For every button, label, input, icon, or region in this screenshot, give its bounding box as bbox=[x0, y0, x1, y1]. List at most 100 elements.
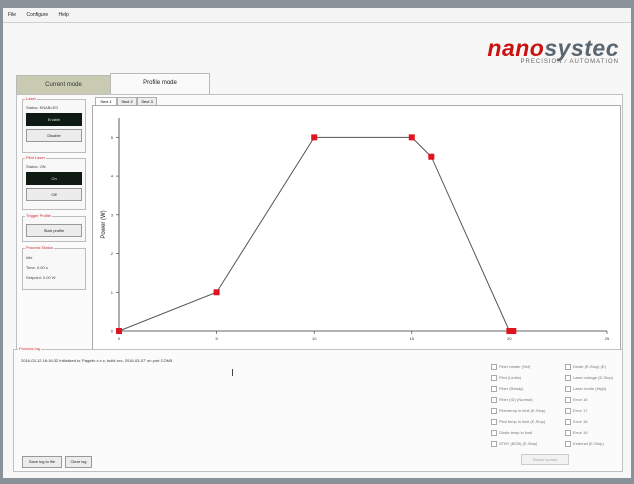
status-right-checkbox[interactable]: Laser mode (High) bbox=[565, 386, 606, 392]
x-tick-label: 15 bbox=[410, 336, 415, 341]
checkbox-label: Error 19 bbox=[573, 430, 588, 435]
status-right-checkbox[interactable]: Diode (E-Stop) (E) bbox=[565, 364, 606, 370]
checkbox-label: Pilot temp in limit (E-Stop) bbox=[499, 419, 546, 424]
checkbox-label: External (E-Stop) bbox=[573, 441, 604, 446]
laser-group-title: Laser bbox=[25, 96, 38, 101]
profile-point bbox=[428, 153, 435, 160]
start-profile-button[interactable]: Start profile bbox=[26, 224, 82, 237]
checkbox-label: Laser voltage (E-Stop) bbox=[573, 375, 614, 380]
checkbox-box[interactable] bbox=[491, 441, 497, 447]
x-tick-label: 20 bbox=[507, 336, 512, 341]
clear-log-button[interactable]: Clear log bbox=[65, 456, 92, 468]
trigger-profile-group: Trigger Profile Start profile bbox=[22, 213, 86, 242]
checkbox-box[interactable] bbox=[491, 419, 497, 425]
checkbox-label: Fiber (Ready) bbox=[499, 386, 524, 391]
chart-svg: 0510152025012345Time (s)Power (W) bbox=[101, 118, 610, 356]
laser-enable-button[interactable]: Enable bbox=[26, 113, 82, 126]
profile-point bbox=[510, 328, 517, 334]
process-status-group: Process Status Idle Time: 0.00 s Setpoin… bbox=[22, 245, 86, 290]
menu-configure[interactable]: Configure bbox=[26, 12, 48, 18]
checkbox-box[interactable] bbox=[491, 397, 497, 403]
checkbox-label: Error 16 bbox=[573, 397, 588, 402]
y-tick-label: 2 bbox=[111, 251, 114, 256]
status-update-button[interactable]: Status update bbox=[521, 454, 569, 465]
checkbox-box[interactable] bbox=[565, 375, 571, 381]
logo-red-part: nano bbox=[487, 35, 545, 61]
x-tick-label: 10 bbox=[312, 336, 317, 341]
checkbox-label: Diode temp in limit bbox=[499, 430, 532, 435]
pilot-off-button[interactable]: Off bbox=[26, 188, 82, 201]
pilot-laser-group: Pilot Laser Status: ON On Off bbox=[22, 155, 86, 210]
trigger-group-title: Trigger Profile bbox=[25, 213, 52, 218]
process-time: Time: 0.00 s bbox=[26, 265, 48, 270]
checkbox-box[interactable] bbox=[565, 364, 571, 370]
status-left-checkbox[interactable]: STBY (BCB) (E-Stop) bbox=[491, 441, 537, 447]
logo-gray-part: systec bbox=[544, 35, 619, 61]
menu-bar: File Configure Help bbox=[3, 8, 631, 23]
laser-status: Status: ENABLED bbox=[26, 105, 59, 110]
x-tick-label: 5 bbox=[215, 336, 218, 341]
checkbox-box[interactable] bbox=[565, 386, 571, 392]
nanosystec-logo: nanosystec PRECISION ∕ AUTOMATION bbox=[487, 35, 619, 65]
pilot-status: Status: ON bbox=[26, 164, 46, 169]
status-left-checkbox[interactable]: Fiber heater (Set) bbox=[491, 364, 530, 370]
menu-help[interactable]: Help bbox=[59, 12, 69, 18]
status-left-checkbox[interactable]: Pilot (Limits) bbox=[491, 375, 521, 381]
checkbox-label: Diode (E-Stop) (E) bbox=[573, 364, 606, 369]
profile-point bbox=[116, 328, 122, 334]
status-right-checkbox[interactable]: Error 19 bbox=[565, 430, 587, 436]
text-cursor bbox=[232, 369, 233, 376]
checkbox-box[interactable] bbox=[565, 397, 571, 403]
power-profile-line bbox=[118, 136, 514, 332]
profile-point bbox=[311, 134, 318, 141]
checkbox-box[interactable] bbox=[491, 375, 497, 381]
pilot-on-button[interactable]: On bbox=[26, 172, 82, 185]
profile-point bbox=[213, 289, 220, 296]
tab-current-mode[interactable]: Current mode bbox=[16, 75, 111, 95]
checkbox-label: Error 17 bbox=[573, 408, 588, 413]
y-tick-label: 5 bbox=[111, 135, 114, 140]
laser-group: Laser Status: ENABLED Enable Disable bbox=[22, 96, 86, 153]
checkbox-box[interactable] bbox=[565, 430, 571, 436]
status-right-checkbox[interactable]: Laser voltage (E-Stop) bbox=[565, 375, 613, 381]
checkbox-label: Error 18 bbox=[573, 419, 588, 424]
status-left-checkbox[interactable]: Fiber (ID) (Normal) bbox=[491, 397, 533, 403]
status-left-checkbox[interactable]: Fibertemp in limit (E-Stop) bbox=[491, 408, 545, 414]
checkbox-label: Pilot (Limits) bbox=[499, 375, 522, 380]
process-log-panel: Process log 2016-03-12 16:16:32 Initiali… bbox=[13, 346, 623, 472]
log-title: Process log bbox=[18, 346, 41, 351]
power-profile-chart: 0510152025012345Time (s)Power (W) bbox=[92, 105, 621, 369]
process-setpoint: Setpoint: 0.00 W bbox=[26, 275, 56, 280]
checkbox-box[interactable] bbox=[491, 386, 497, 392]
checkbox-box[interactable] bbox=[491, 430, 497, 436]
checkbox-label: Fiber heater (Set) bbox=[499, 364, 531, 369]
tab-profile-mode[interactable]: Profile mode bbox=[110, 73, 210, 95]
process-state: Idle bbox=[26, 255, 33, 260]
y-tick-label: 0 bbox=[111, 329, 114, 334]
log-entry: 2016-03-12 16:16:32 Initialized to 'Page… bbox=[21, 358, 173, 363]
checkbox-label: Fibertemp in limit (E-Stop) bbox=[499, 408, 546, 413]
checkbox-box[interactable] bbox=[565, 408, 571, 414]
checkbox-box[interactable] bbox=[565, 419, 571, 425]
status-right-checkbox[interactable]: Error 16 bbox=[565, 397, 587, 403]
checkbox-label: Laser mode (High) bbox=[573, 386, 607, 391]
y-tick-label: 1 bbox=[111, 290, 114, 295]
checkbox-box[interactable] bbox=[491, 408, 497, 414]
checkbox-box[interactable] bbox=[565, 441, 571, 447]
profile-point bbox=[408, 134, 415, 141]
pilot-group-title: Pilot Laser bbox=[25, 155, 46, 160]
status-left-checkbox[interactable]: Fiber (Ready) bbox=[491, 386, 523, 392]
status-left-checkbox[interactable]: Diode temp in limit bbox=[491, 430, 532, 436]
menu-file[interactable]: File bbox=[8, 12, 16, 18]
status-right-checkbox[interactable]: Error 17 bbox=[565, 408, 587, 414]
profile-mode-panel: Laser Status: ENABLED Enable Disable Pil… bbox=[16, 94, 623, 370]
save-log-button[interactable]: Save log to file bbox=[22, 456, 62, 468]
status-left-checkbox[interactable]: Pilot temp in limit (E-Stop) bbox=[491, 419, 545, 425]
status-right-checkbox[interactable]: Error 18 bbox=[565, 419, 587, 425]
y-tick-label: 3 bbox=[111, 212, 114, 217]
laser-disable-button[interactable]: Disable bbox=[26, 129, 82, 142]
checkbox-label: Fiber (ID) (Normal) bbox=[499, 397, 533, 402]
checkbox-box[interactable] bbox=[491, 364, 497, 370]
status-right-checkbox[interactable]: External (E-Stop) bbox=[565, 441, 604, 447]
logo-text: nanosystec bbox=[487, 35, 619, 62]
